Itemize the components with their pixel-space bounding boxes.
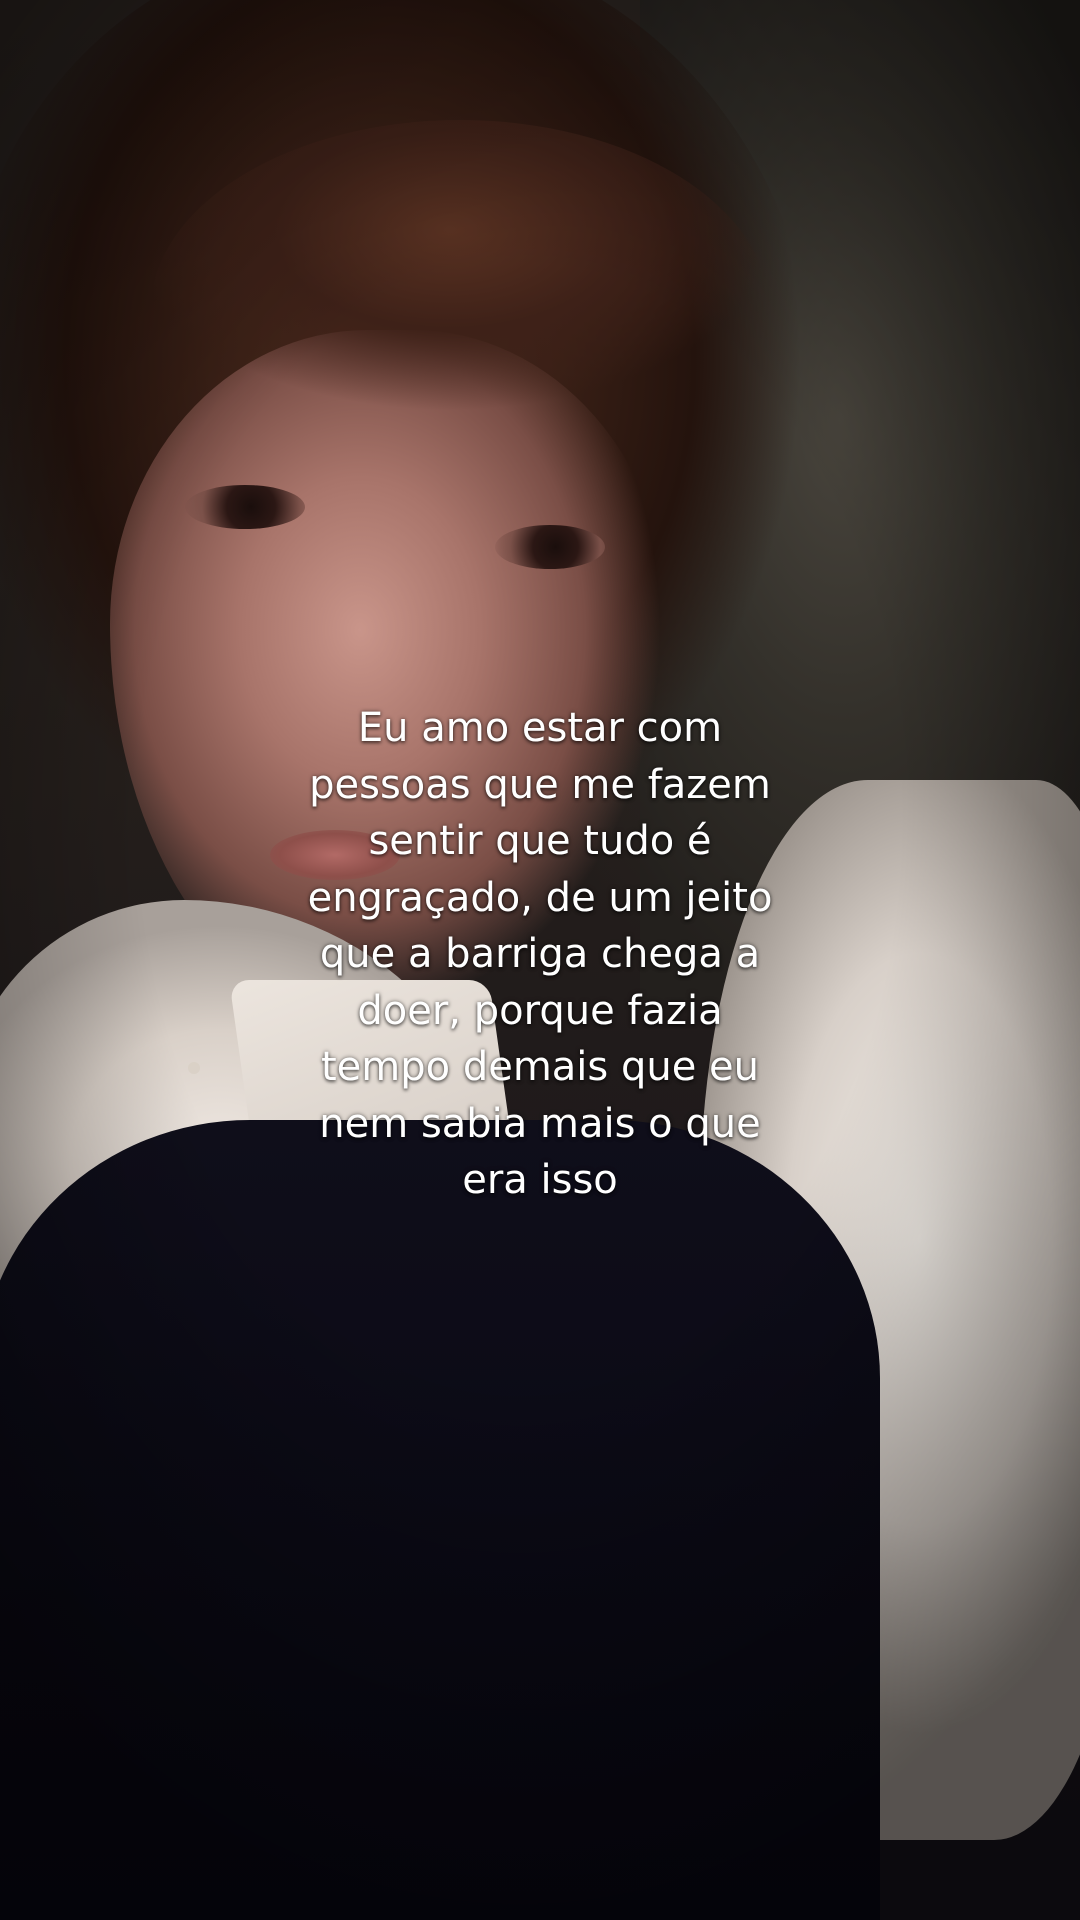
- caption-text: Eu amo estar com pessoas que me fazem se…: [307, 705, 773, 1203]
- video-frame: Eu amo estar com pessoas que me fazem se…: [0, 0, 1080, 1920]
